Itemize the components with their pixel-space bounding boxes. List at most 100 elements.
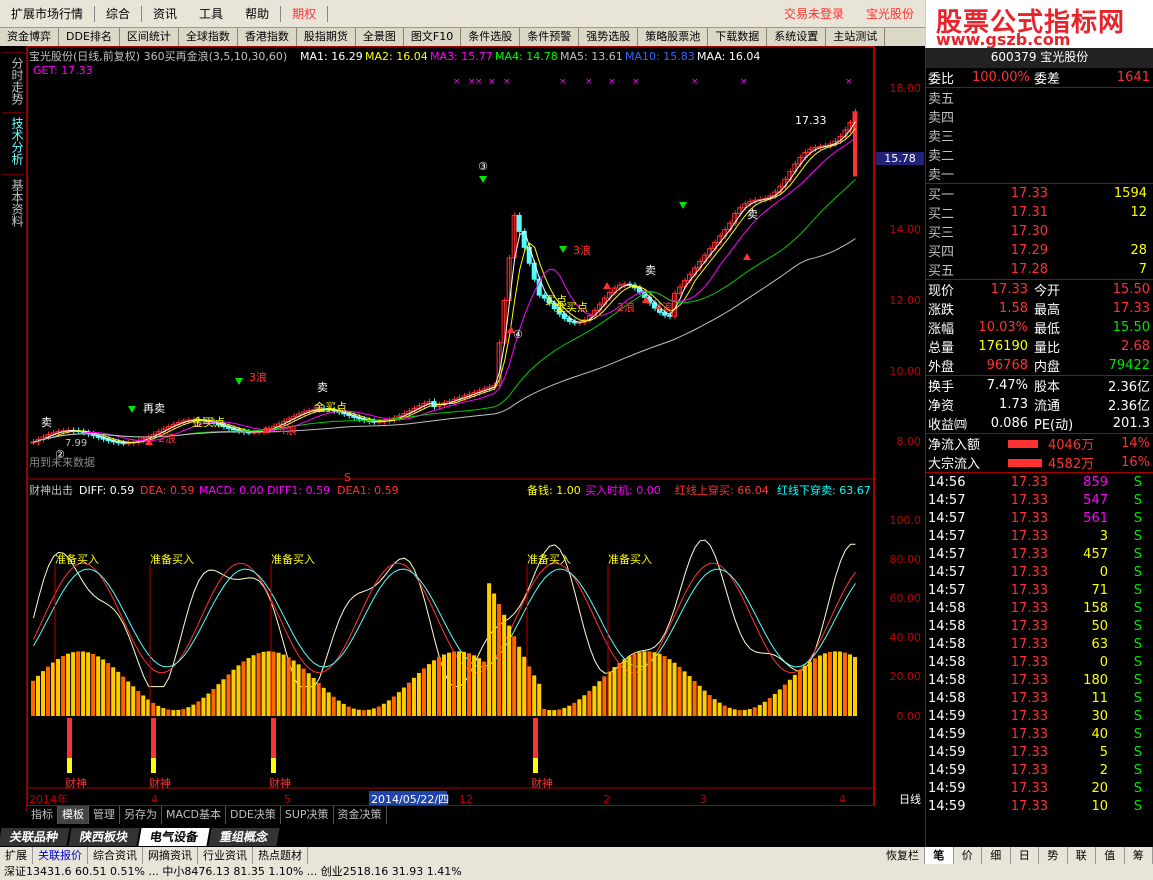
- info-tab[interactable]: 热点题材: [253, 847, 308, 864]
- indicator-tab[interactable]: 资金决策: [334, 806, 387, 824]
- buytime-label: 买入时机: 0.00: [585, 483, 661, 497]
- info-tab[interactable]: 网摘资讯: [143, 847, 198, 864]
- date-year: 2014年: [29, 792, 68, 806]
- menu-item-ext-market[interactable]: 扩展市场行情: [0, 5, 94, 22]
- trade-login-link[interactable]: 交易未登录: [773, 5, 855, 22]
- menu-separator: [327, 5, 329, 22]
- volume-bar: [276, 652, 281, 716]
- sector-tab[interactable]: 关联品种: [0, 828, 70, 846]
- toolbar-button[interactable]: 系统设置: [767, 28, 827, 46]
- toolbar-button[interactable]: 策略股票池: [638, 28, 709, 46]
- indicator-tab[interactable]: 指标: [27, 806, 58, 824]
- left-vertical-tabs: 分时走势 技术分析 基本资料: [0, 46, 27, 811]
- volume-bar: [702, 690, 707, 716]
- volume-bar: [517, 646, 522, 716]
- ma5-label: MA5: 13.61: [560, 50, 623, 63]
- indicator-tab[interactable]: MACD基本: [162, 806, 226, 824]
- menu-item-help[interactable]: 帮助: [234, 5, 280, 22]
- info-tab[interactable]: 综合资讯: [88, 847, 143, 864]
- vtab-intraday[interactable]: 分时走势: [2, 52, 24, 109]
- quote-tab[interactable]: 势: [1039, 847, 1068, 864]
- volume-bar: [847, 654, 852, 716]
- quote-tab[interactable]: 细: [982, 847, 1011, 864]
- menu-bar: 扩展市场行情 综合 资讯 工具 帮助 期权 交易未登录 宝光股份: [0, 0, 925, 28]
- sector-tab[interactable]: 重组概念: [208, 828, 280, 846]
- signal-x-marker: ×: [488, 77, 496, 87]
- status-bar: 深证13431.6 60.51 0.51% ... 中小8476.13 81.3…: [0, 864, 1153, 880]
- kline-chart[interactable]: 准备买入 准备买入 准备买入 准备买入 准备买入财神 财神 财神 财神 卖再卖金买点2浪3浪4…: [27, 46, 874, 806]
- quote-tab[interactable]: 日: [1011, 847, 1039, 864]
- volume-bar: [467, 653, 472, 716]
- volume-bar: [236, 665, 241, 716]
- stat-value: 96768: [986, 358, 1028, 373]
- volume-bar: [592, 686, 597, 716]
- signal-x-marker: ×: [740, 77, 748, 87]
- volume-bar: [617, 662, 622, 716]
- toolbar-button[interactable]: 香港指数: [238, 28, 297, 46]
- vtab-technical[interactable]: 技术分析: [2, 112, 24, 169]
- order-volume: 12: [1130, 205, 1147, 220]
- indicator-tab[interactable]: 管理: [89, 806, 120, 824]
- toolbar-button[interactable]: 图文F10: [404, 28, 462, 46]
- quote-tab[interactable]: 价: [954, 847, 982, 864]
- value-wecha: 1641: [1116, 70, 1150, 85]
- volume-bar: [572, 702, 577, 716]
- tick-volume: 63: [1091, 636, 1108, 652]
- toolbar-button[interactable]: DDE排名: [59, 28, 120, 46]
- info-tab[interactable]: 行业资讯: [198, 847, 253, 864]
- stat-row: 收益㈣ 0.086 PE(动) 201.3: [926, 414, 1153, 433]
- indicator-tab[interactable]: 另存为: [120, 806, 162, 824]
- indicator-tab[interactable]: DDE决策: [226, 806, 281, 824]
- toolbar-button[interactable]: 主站测试: [826, 28, 886, 46]
- volume-bar: [512, 636, 517, 716]
- toolbar-button[interactable]: 区间统计: [120, 28, 179, 46]
- quote-tab[interactable]: 笔: [925, 847, 954, 864]
- quote-tab[interactable]: 筹: [1125, 847, 1153, 864]
- menu-item-news[interactable]: 资讯: [142, 5, 188, 22]
- toolbar-button[interactable]: 条件选股: [461, 28, 521, 46]
- info-tab[interactable]: 恢复栏: [881, 847, 925, 864]
- quote-tab[interactable]: 值: [1096, 847, 1125, 864]
- toolbar-button[interactable]: 全球指数: [179, 28, 238, 46]
- stat-row: 现价 17.33 今开 15.50: [926, 280, 1153, 299]
- vtab-fundamental[interactable]: 基本资料: [2, 174, 24, 231]
- quote-tabs: 笔价细日势联值筹: [925, 847, 1153, 864]
- toolbar-button[interactable]: 条件预警: [520, 28, 580, 46]
- tick-time: 14:59: [928, 744, 966, 760]
- toolbar-button[interactable]: 下载数据: [708, 28, 768, 46]
- tick-list[interactable]: 14:56 17.33 859 S 14:57 17.33 547 S 14:57 17.33 56…: [926, 473, 1153, 815]
- toolbar-button[interactable]: 强势选股: [579, 28, 639, 46]
- netflow-row: 净流入额 4046万 14%: [926, 434, 1153, 453]
- annotation-label: 2浪: [158, 431, 176, 445]
- annotation-label: 3浪: [249, 370, 267, 384]
- volume-bar: [106, 663, 111, 716]
- toolbar-button[interactable]: 股指期货: [297, 28, 356, 46]
- stat-row: 净资 1.73 流通 2.36亿: [926, 395, 1153, 414]
- ind-tick: 40.00: [889, 631, 922, 644]
- menu-item-options[interactable]: 期权: [281, 5, 327, 22]
- sell-order-row: 卖五: [926, 88, 1153, 107]
- sector-tab[interactable]: 陕西板块: [68, 828, 140, 846]
- indicator-tab[interactable]: 模板: [58, 806, 89, 824]
- label-wecha: 委差: [1034, 72, 1061, 87]
- info-tab[interactable]: 关联报价: [33, 847, 88, 864]
- toolbar-button[interactable]: 资金博弈: [0, 28, 59, 46]
- volume-bar: [777, 689, 782, 716]
- stat-value: 7.47%: [986, 378, 1028, 393]
- menu-item-general[interactable]: 综合: [95, 5, 141, 22]
- order-label: 买二: [928, 207, 955, 222]
- dea-label: DEA: 0.59: [140, 484, 194, 497]
- info-tab[interactable]: 扩展: [0, 847, 33, 864]
- menu-item-tools[interactable]: 工具: [188, 5, 234, 22]
- volume-bar: [492, 593, 497, 716]
- volume-bar: [812, 658, 817, 716]
- indicator-tab[interactable]: SUP决策: [281, 806, 334, 824]
- tick-time: 14:58: [928, 672, 966, 688]
- toolbar-button[interactable]: 全景图: [356, 28, 404, 46]
- quote-tab[interactable]: 联: [1068, 847, 1096, 864]
- volume-bar: [637, 652, 642, 716]
- period-label[interactable]: 日线: [899, 791, 921, 807]
- volume-bar: [216, 684, 221, 716]
- sector-tab[interactable]: 电气设备: [138, 828, 210, 846]
- price-tick: 8.00: [896, 435, 922, 448]
